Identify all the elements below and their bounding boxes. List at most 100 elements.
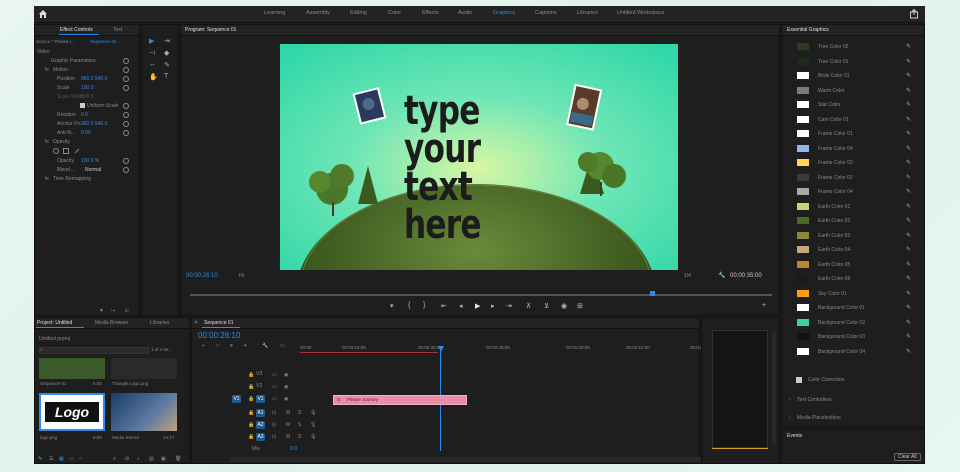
tab-media-browser[interactable]: Media Browser bbox=[95, 320, 128, 326]
solo-button[interactable]: S bbox=[298, 422, 301, 428]
linked-selection-icon[interactable]: ∩ bbox=[216, 343, 220, 349]
reset-icon[interactable] bbox=[123, 103, 129, 109]
zoom-slider-icon[interactable]: ○ bbox=[79, 456, 82, 462]
effect-row-value[interactable]: 0.00 bbox=[81, 130, 91, 136]
color-swatch[interactable] bbox=[797, 217, 809, 224]
filter-icon[interactable]: ▼ bbox=[99, 308, 104, 314]
workspace-graphics[interactable]: Graphics bbox=[493, 10, 515, 16]
track-label[interactable]: V1 bbox=[256, 395, 265, 403]
find-icon[interactable]: ⌕ bbox=[137, 456, 140, 462]
step-forward-icon[interactable]: ▸ bbox=[491, 302, 495, 310]
eyedropper-icon[interactable]: ✎ bbox=[906, 130, 912, 137]
reset-icon[interactable] bbox=[123, 167, 129, 173]
workspace-learning[interactable]: Learning bbox=[264, 10, 285, 16]
color-swatch[interactable] bbox=[797, 86, 809, 94]
mute-button[interactable]: M bbox=[286, 422, 290, 428]
track-lock-icon[interactable]: 🔒 bbox=[248, 396, 254, 402]
export-frame-icon[interactable]: ◉ bbox=[561, 302, 567, 310]
sync-lock-icon[interactable]: ⊡ bbox=[272, 422, 276, 428]
selection-tool-icon[interactable]: ▶ bbox=[149, 37, 154, 45]
type-tool-icon[interactable]: T bbox=[164, 73, 168, 80]
effect-row-value[interactable]: 100.0 bbox=[81, 85, 94, 91]
reset-icon[interactable] bbox=[123, 76, 129, 82]
tab-sequence[interactable]: Sequence 01 bbox=[204, 320, 233, 326]
project-search-input[interactable] bbox=[39, 347, 149, 354]
go-to-in-icon[interactable]: ⇤ bbox=[441, 302, 447, 310]
workspace-untitled[interactable]: Untitled Workspace bbox=[617, 10, 665, 16]
lift-icon[interactable]: ⊼ bbox=[526, 302, 531, 310]
source-patch-v1[interactable]: V1 bbox=[232, 395, 241, 403]
uniform-scale-checkbox[interactable] bbox=[80, 103, 85, 108]
color-swatch[interactable] bbox=[797, 173, 809, 181]
workspace-captions[interactable]: Captions bbox=[535, 10, 557, 16]
close-icon[interactable]: ✕ bbox=[194, 320, 198, 326]
blend-mode-dropdown[interactable]: Normal bbox=[85, 167, 101, 173]
eyedropper-icon[interactable]: ✎ bbox=[906, 188, 912, 195]
program-scrubber[interactable] bbox=[190, 294, 772, 296]
color-swatch[interactable] bbox=[797, 304, 809, 311]
reset-icon[interactable] bbox=[123, 130, 129, 136]
automate-icon[interactable]: ⊞ bbox=[125, 456, 129, 462]
reset-icon[interactable] bbox=[123, 121, 129, 127]
icon-view-icon[interactable]: ▦ bbox=[59, 456, 64, 462]
graphic-clip[interactable]: fx Please Journey bbox=[333, 395, 467, 405]
workspace-libraries[interactable]: Libraries bbox=[577, 10, 598, 16]
color-swatch[interactable] bbox=[797, 130, 809, 137]
effect-row-value[interactable]: 0.0 bbox=[81, 112, 88, 118]
reset-icon[interactable] bbox=[123, 58, 129, 64]
eyedropper-icon[interactable]: ✎ bbox=[906, 43, 912, 50]
eyedropper-icon[interactable]: ✎ bbox=[906, 72, 912, 79]
color-swatch[interactable] bbox=[797, 57, 809, 65]
color-swatch[interactable] bbox=[797, 318, 809, 326]
wrench-icon[interactable]: 🔧 bbox=[262, 343, 268, 349]
ellipse-mask-icon[interactable] bbox=[53, 148, 59, 154]
track-lock-icon[interactable]: 🔒 bbox=[248, 384, 254, 390]
new-bin-icon[interactable]: ▤ bbox=[149, 456, 154, 462]
mute-button[interactable]: M bbox=[286, 434, 290, 440]
eyedropper-icon[interactable]: ✎ bbox=[906, 304, 912, 311]
effect-row-value[interactable]: 100.0 % bbox=[81, 158, 99, 164]
timeline-timecode[interactable]: 00:00:26:10 bbox=[198, 331, 240, 340]
track-lock-icon[interactable]: 🔒 bbox=[248, 372, 254, 378]
mark-in-icon[interactable]: { bbox=[408, 302, 410, 309]
color-swatch[interactable] bbox=[797, 289, 809, 297]
tab-project[interactable]: Project: Untitled bbox=[37, 320, 72, 326]
extract-icon[interactable]: ⊻ bbox=[544, 302, 549, 310]
eye-icon[interactable]: ◉ bbox=[284, 372, 288, 378]
eyedropper-icon[interactable]: ✎ bbox=[906, 348, 912, 355]
sync-lock-icon[interactable]: ⊡ bbox=[272, 434, 276, 440]
export-frame-icon[interactable]: ↪ bbox=[111, 308, 115, 314]
color-swatch[interactable] bbox=[797, 144, 809, 152]
workspace-audio[interactable]: Audio bbox=[458, 10, 472, 16]
reset-icon[interactable] bbox=[123, 85, 129, 91]
list-view-icon[interactable]: ☰ bbox=[49, 456, 53, 462]
reset-icon[interactable] bbox=[123, 112, 129, 118]
track-lock-icon[interactable]: 🔒 bbox=[248, 422, 254, 428]
color-swatch[interactable] bbox=[797, 333, 809, 340]
eyedropper-icon[interactable]: ✎ bbox=[906, 275, 912, 282]
microphone-icon[interactable]: 🎙 bbox=[310, 410, 316, 416]
pen-tool-icon[interactable]: ✎ bbox=[164, 61, 170, 69]
sync-lock-icon[interactable]: ▭ bbox=[272, 396, 277, 402]
microphone-icon[interactable]: 🎙 bbox=[310, 422, 316, 428]
tab-effect-controls[interactable]: Effect Controls bbox=[60, 27, 93, 33]
snap-icon[interactable]: ⊏ bbox=[125, 308, 129, 314]
wrench-icon[interactable]: 🔧 bbox=[718, 272, 725, 279]
track-select-tool-icon[interactable]: ⇥ bbox=[164, 37, 170, 45]
color-swatch[interactable] bbox=[797, 347, 809, 355]
eyedropper-icon[interactable]: ✎ bbox=[906, 217, 912, 224]
tab-libraries[interactable]: Libraries bbox=[150, 320, 169, 326]
eyedropper-icon[interactable]: ✎ bbox=[906, 159, 912, 166]
pen-mask-icon[interactable] bbox=[74, 148, 80, 154]
eyedropper-icon[interactable]: ✎ bbox=[906, 145, 912, 152]
effect-row-value[interactable]: 960.0 540.0 bbox=[81, 76, 107, 82]
marker-icon[interactable]: ▾ bbox=[244, 343, 247, 349]
effect-row-value[interactable]: 960.0 540.0 bbox=[81, 121, 107, 127]
play-icon[interactable]: ▶ bbox=[475, 302, 480, 310]
eyedropper-icon[interactable]: ✎ bbox=[906, 261, 912, 268]
audio-meter-scrollbar[interactable] bbox=[772, 332, 776, 444]
eyedropper-icon[interactable]: ✎ bbox=[906, 87, 912, 94]
mute-button[interactable]: M bbox=[286, 410, 290, 416]
workspace-effects[interactable]: Effects bbox=[422, 10, 439, 16]
eyedropper-icon[interactable]: ✎ bbox=[906, 101, 912, 108]
